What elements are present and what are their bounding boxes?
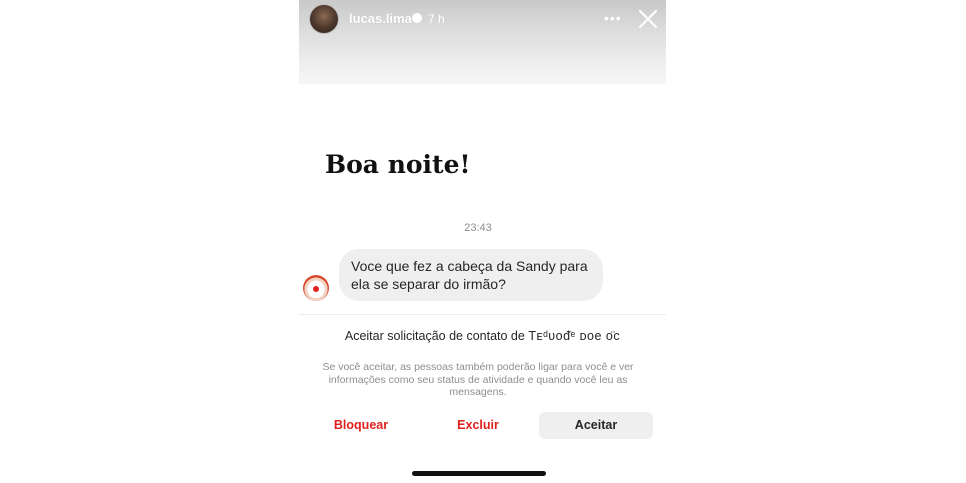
story-headline: Boa noite! <box>325 150 471 179</box>
block-button[interactable]: Bloquear <box>311 412 411 439</box>
story-header: lucas.lima 7 h ••• <box>299 0 666 84</box>
close-icon[interactable] <box>637 8 659 30</box>
clown-nose <box>313 286 319 292</box>
profile-avatar[interactable] <box>309 4 339 34</box>
clown-face-icon <box>303 275 329 301</box>
accept-button[interactable]: Aceitar <box>539 412 653 439</box>
screen: lucas.lima 7 h ••• Boa noite! 23:43 Voce… <box>0 0 966 483</box>
delete-button[interactable]: Excluir <box>428 412 528 439</box>
message-bubble[interactable]: Voce que fez a cabeça da Sandy para ela … <box>339 249 603 301</box>
more-horizontal-icon[interactable]: ••• <box>604 11 622 25</box>
story-username[interactable]: lucas.lima <box>349 11 412 26</box>
home-indicator <box>412 471 546 476</box>
message-timestamp: 23:43 <box>464 222 492 234</box>
verified-badge-icon <box>412 13 422 23</box>
request-sender-name: Tᴇᵈᴜᴏᵭᵉ ᴅᴏe ᴏ̈ᴄ <box>528 329 621 343</box>
request-description: Se você aceitar, as pessoas também poder… <box>322 361 634 398</box>
divider <box>299 314 666 315</box>
story-time-ago: 7 h <box>428 12 445 26</box>
request-title: Aceitar solicitação de contato de Tᴇᵈᴜᴏᵭ… <box>299 329 666 343</box>
story-viewer: lucas.lima 7 h ••• Boa noite! 23:43 Voce… <box>299 0 666 483</box>
request-title-prefix: Aceitar solicitação de contato de <box>344 329 525 343</box>
